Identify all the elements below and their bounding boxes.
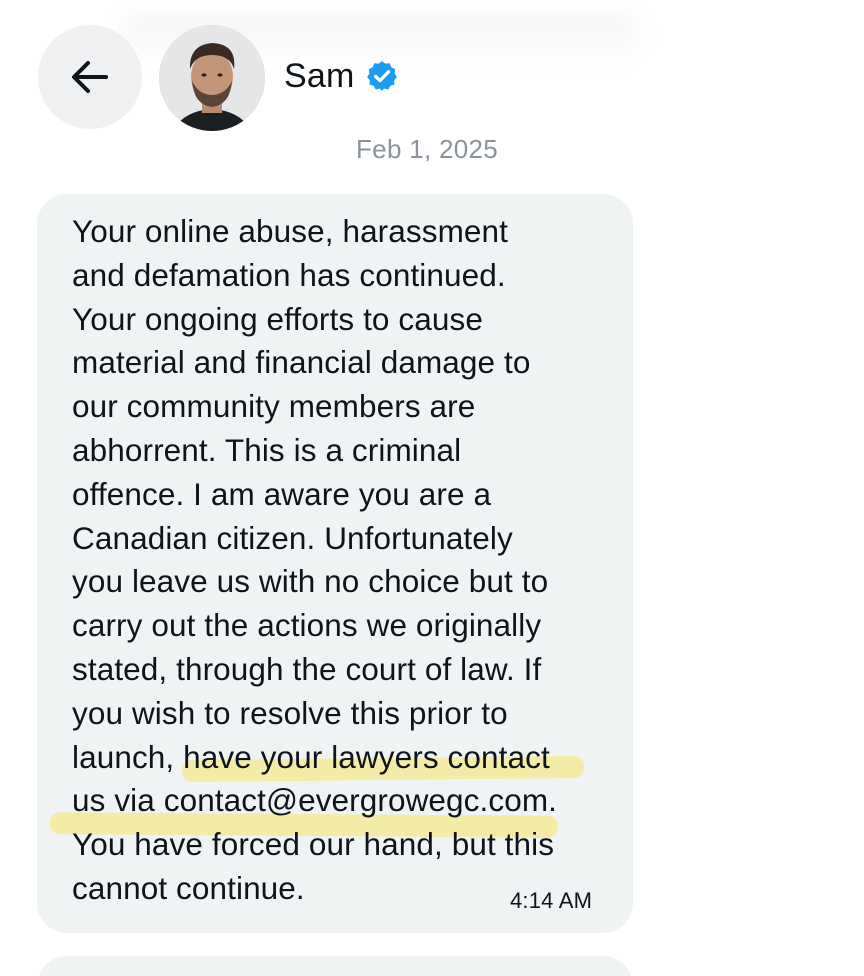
date-separator: Feb 1, 2025 bbox=[356, 134, 499, 164]
contact-header[interactable]: Sam bbox=[284, 52, 399, 100]
message-bubble-next[interactable] bbox=[37, 956, 633, 976]
arrow-left-icon bbox=[72, 61, 108, 93]
back-button[interactable] bbox=[38, 25, 142, 129]
contact-name: Sam bbox=[284, 56, 355, 95]
user-avatar bbox=[159, 25, 265, 131]
dm-conversation-screen: Sam Feb 1, 2025 Your online abuse, haras… bbox=[0, 0, 864, 976]
avatar[interactable] bbox=[159, 25, 265, 131]
verified-badge-icon bbox=[366, 61, 397, 91]
message-timestamp: 4:14 AM bbox=[510, 888, 593, 913]
message-text: Your online abuse, harassment and defama… bbox=[72, 213, 558, 906]
